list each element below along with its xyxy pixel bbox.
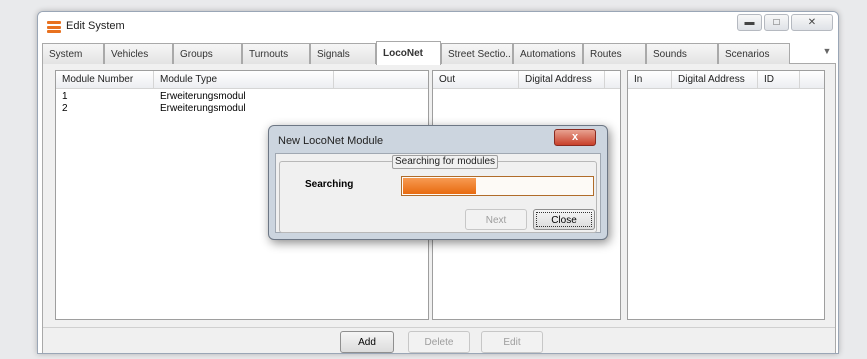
column-in[interactable]: In: [628, 71, 672, 89]
title-bar[interactable]: Edit System ▬ □ ✕: [38, 12, 838, 39]
out-list-header: Out Digital Address: [433, 71, 620, 89]
progress-fill: [403, 178, 476, 194]
in-list[interactable]: In Digital Address ID: [627, 70, 825, 320]
maximize-button[interactable]: □: [764, 14, 789, 31]
tab-signals[interactable]: Signals: [310, 43, 376, 64]
column-id[interactable]: ID: [758, 71, 800, 89]
maximize-icon: □: [773, 17, 780, 28]
close-icon: x: [571, 131, 579, 143]
app-icon: [47, 21, 61, 33]
new-loconet-module-dialog: New LocoNet Module x Searching for modul…: [268, 125, 608, 240]
tab-strip: System Vehicles Groups Turnouts Signals …: [42, 41, 836, 65]
in-list-header: In Digital Address ID: [628, 71, 824, 89]
minimize-button[interactable]: ▬: [737, 14, 762, 31]
groupbox-title: Searching for modules: [392, 155, 499, 169]
window-title: Edit System: [66, 20, 125, 32]
status-label: Searching: [305, 179, 354, 190]
close-icon: ✕: [807, 17, 817, 28]
dialog-close-button[interactable]: x: [554, 129, 596, 146]
search-progress-bar: [401, 176, 594, 196]
module-type-cell: Erweiterungsmodul: [160, 103, 246, 114]
module-number-cell: 2: [62, 103, 68, 114]
tab-street-sections[interactable]: Street Sectio..: [441, 43, 513, 64]
tab-system[interactable]: System: [42, 43, 104, 64]
button-bar: Add Delete Edit: [43, 327, 835, 353]
tab-scenarios[interactable]: Scenarios: [718, 43, 790, 64]
tab-loconet[interactable]: LocoNet: [376, 41, 441, 65]
column-module-type[interactable]: Module Type: [154, 71, 334, 89]
chevron-down-icon: ▼: [822, 46, 832, 56]
tab-automations[interactable]: Automations: [513, 43, 583, 64]
dialog-body: Searching for modules Searching Next Clo…: [275, 153, 601, 233]
close-button[interactable]: ✕: [791, 14, 833, 31]
window-controls: ▬ □ ✕: [737, 14, 833, 31]
add-button[interactable]: Add: [340, 331, 394, 353]
delete-button[interactable]: Delete: [408, 331, 470, 353]
tab-groups[interactable]: Groups: [173, 43, 242, 64]
tab-overflow-button[interactable]: ▼: [820, 46, 834, 60]
modules-list-header: Module Number Module Type: [56, 71, 428, 89]
column-out[interactable]: Out: [433, 71, 519, 89]
minimize-icon: ▬: [744, 17, 755, 28]
next-button[interactable]: Next: [465, 209, 527, 230]
column-module-number[interactable]: Module Number: [56, 71, 154, 89]
dialog-title: New LocoNet Module: [278, 135, 384, 147]
tab-vehicles[interactable]: Vehicles: [104, 43, 173, 64]
tab-turnouts[interactable]: Turnouts: [242, 43, 310, 64]
dialog-close-text-button[interactable]: Close: [533, 209, 595, 230]
tab-routes[interactable]: Routes: [583, 43, 646, 64]
module-type-cell: Erweiterungsmodul: [160, 91, 246, 102]
table-row[interactable]: 1 Erweiterungsmodul: [56, 91, 428, 103]
column-digital-address[interactable]: Digital Address: [672, 71, 758, 89]
table-row[interactable]: 2 Erweiterungsmodul: [56, 103, 428, 115]
edit-button[interactable]: Edit: [481, 331, 543, 353]
tab-sounds[interactable]: Sounds: [646, 43, 718, 64]
column-digital-address[interactable]: Digital Address: [519, 71, 605, 89]
search-groupbox: Searching for modules Searching Next Clo…: [279, 155, 597, 233]
module-number-cell: 1: [62, 91, 68, 102]
